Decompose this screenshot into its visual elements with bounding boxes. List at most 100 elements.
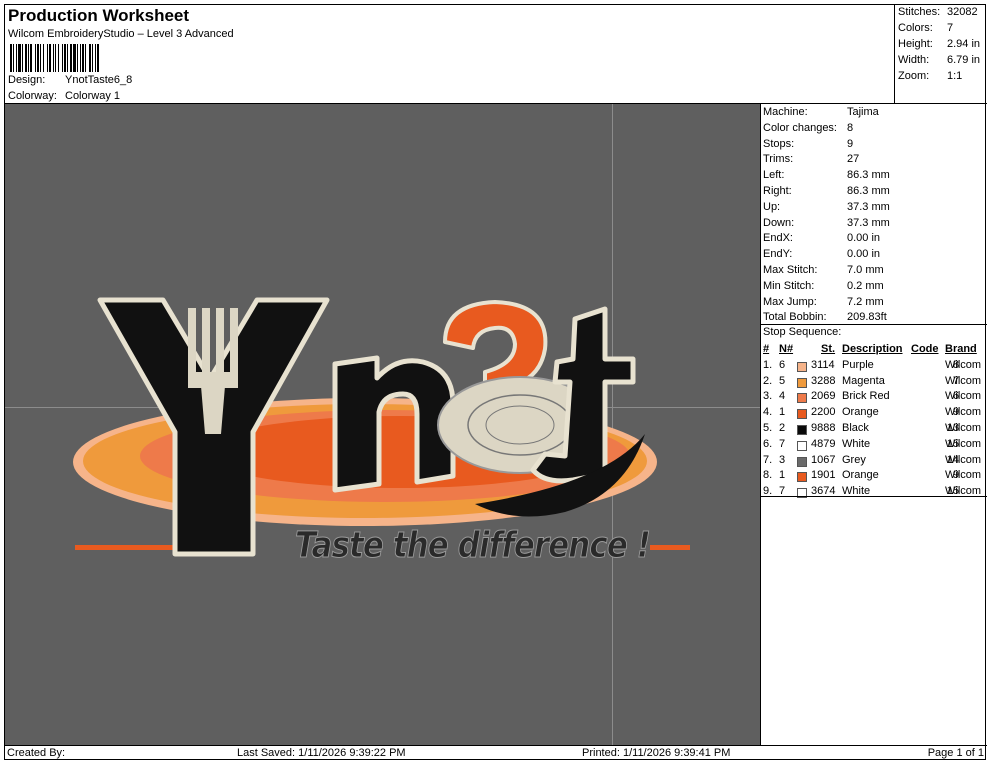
machine-info-panel: Machine: Tajima Color changes: 8 Stops: 9 Trim… xyxy=(761,104,987,745)
col-header-stitches: St. xyxy=(821,343,836,355)
colorway-label: Colorway: xyxy=(8,90,57,102)
table-header: # N# St. Description Code Brand xyxy=(763,343,987,359)
thread-brand: Wilcom xyxy=(945,437,982,450)
table-row: 7. 3 1067 Grey 14 Wilcom xyxy=(763,454,987,470)
software-subtitle: Wilcom EmbroideryStudio – Level 3 Advanc… xyxy=(8,28,234,40)
col-header-code: Code xyxy=(911,343,939,355)
info-label: Left: xyxy=(763,169,785,182)
info-label: Total Bobbin: xyxy=(763,311,827,324)
thread-brand: Wilcom xyxy=(945,421,982,434)
info-value: 86.3 mm xyxy=(847,169,890,182)
thread-brand: Wilcom xyxy=(945,358,982,371)
info-label: Max Jump: xyxy=(763,295,817,308)
machine-info-row: Trims: 27 xyxy=(763,153,859,165)
machine-info-row: Stops: 9 xyxy=(763,138,853,150)
design-value: YnotTaste6_8 xyxy=(65,74,133,86)
info-label: EndX: xyxy=(763,232,793,245)
color-swatch xyxy=(797,361,807,372)
stitch-count: 1901 xyxy=(811,469,836,482)
divider xyxy=(761,324,987,325)
info-value: 0.00 in xyxy=(847,248,881,261)
color-description: Grey xyxy=(842,453,866,466)
stitch-count: 4879 xyxy=(811,437,836,450)
info-value: 7.0 mm xyxy=(847,264,884,276)
machine-info-row: Max Jump: 7.2 mm xyxy=(763,296,884,308)
stitch-count: 3288 xyxy=(811,374,836,387)
stitch-count: 9888 xyxy=(811,421,836,434)
info-value: 27 xyxy=(847,153,860,166)
stat-colors: Colors: 7 xyxy=(898,22,954,34)
info-label: EndY: xyxy=(763,248,793,261)
needle-number: 5 xyxy=(779,374,786,387)
design-row: Design: YnotTaste6_8 xyxy=(8,74,132,86)
stop-sequence-title: Stop Sequence: xyxy=(763,326,842,338)
color-swatch xyxy=(797,424,807,435)
thread-brand: Wilcom xyxy=(945,406,982,419)
color-description: Magenta xyxy=(842,374,885,387)
info-label: Machine: xyxy=(763,106,808,118)
color-description: Orange xyxy=(842,469,879,482)
stop-index: 5. xyxy=(763,421,773,434)
stat-zoom: Zoom: 1:1 xyxy=(898,70,963,82)
design-stats: Stitches: 32082 Colors: 7 Height: 2.94 in W… xyxy=(895,5,987,104)
stitch-count: 2069 xyxy=(811,390,836,403)
machine-info-row: EndY: 0.00 in xyxy=(763,248,880,260)
color-description: Orange xyxy=(842,406,879,419)
worksheet: Production Worksheet Wilcom EmbroiderySt… xyxy=(4,4,987,761)
info-value: Tajima xyxy=(847,106,879,118)
machine-info-row: Min Stitch: 0.2 mm xyxy=(763,280,884,292)
info-value: 9 xyxy=(847,137,854,150)
needle-number: 1 xyxy=(779,469,786,482)
color-swatch xyxy=(797,456,807,467)
tagline-text: Taste the difference ! xyxy=(295,525,650,566)
machine-info-row: EndX: 0.00 in xyxy=(763,232,880,244)
page-number: Page 1 of 1 xyxy=(927,747,984,759)
stop-index: 8. xyxy=(763,469,773,482)
info-label: Stops: xyxy=(763,137,795,150)
info-label: Color changes: xyxy=(763,121,837,134)
design-label: Design: xyxy=(8,74,46,86)
last-saved: Last Saved: 1/11/2026 9:39:22 PM xyxy=(237,747,406,759)
info-value: 7.2 mm xyxy=(847,295,884,308)
stop-index: 7. xyxy=(763,453,773,466)
needle-number: 1 xyxy=(779,406,786,419)
col-header-brand: Brand xyxy=(945,343,977,355)
stop-index: 3. xyxy=(763,390,773,403)
machine-info-row: Machine: Tajima xyxy=(763,106,879,118)
info-value: 0.00 in xyxy=(847,232,881,245)
machine-info-row: Right: 86.3 mm xyxy=(763,185,890,197)
table-row: 1. 6 3114 Purple 8 Wilcom xyxy=(763,359,987,375)
color-swatch xyxy=(797,472,807,483)
color-swatch xyxy=(797,440,807,451)
table-row: 3. 4 2069 Brick Red 6 Wilcom xyxy=(763,390,987,406)
thread-brand: Wilcom xyxy=(945,390,982,403)
color-swatch xyxy=(797,409,807,420)
col-header-needle: N# xyxy=(779,343,794,355)
machine-info-row: Left: 86.3 mm xyxy=(763,169,890,181)
thread-brand: Wilcom xyxy=(945,374,982,387)
info-value: 37.3 mm xyxy=(847,200,890,213)
table-row: 9. 7 3674 White 15 Wilcom xyxy=(763,485,987,501)
machine-info-row: Down: 37.3 mm xyxy=(763,217,890,229)
needle-number: 7 xyxy=(779,437,786,450)
machine-info-row: Up: 37.3 mm xyxy=(763,201,890,213)
stitch-count: 2200 xyxy=(811,406,836,419)
stat-stitches: Stitches: 32082 xyxy=(898,6,978,18)
info-value: 37.3 mm xyxy=(847,216,890,229)
color-description: White xyxy=(842,437,871,450)
stitch-count: 3114 xyxy=(811,358,835,371)
info-label: Right: xyxy=(763,185,792,197)
machine-info-row: Total Bobbin: 209.83ft xyxy=(763,311,887,323)
info-value: 0.2 mm xyxy=(847,279,884,292)
footer: Created By: Last Saved: 1/11/2026 9:39:2… xyxy=(5,745,987,761)
color-description: Purple xyxy=(842,358,874,371)
printed-date: Printed: 1/11/2026 9:39:41 PM xyxy=(582,747,731,759)
table-row: 5. 2 9888 Black 13 Wilcom xyxy=(763,422,987,438)
table-row: 6. 7 4879 White 15 Wilcom xyxy=(763,438,987,454)
machine-info-row: Max Stitch: 7.0 mm xyxy=(763,264,884,276)
machine-info-row: Color changes: 8 xyxy=(763,122,853,134)
created-by: Created By: xyxy=(7,747,66,759)
info-value: 8 xyxy=(847,121,854,134)
stat-height: Height: 2.94 in xyxy=(898,38,981,50)
colorway-row: Colorway: Colorway 1 xyxy=(8,90,120,102)
